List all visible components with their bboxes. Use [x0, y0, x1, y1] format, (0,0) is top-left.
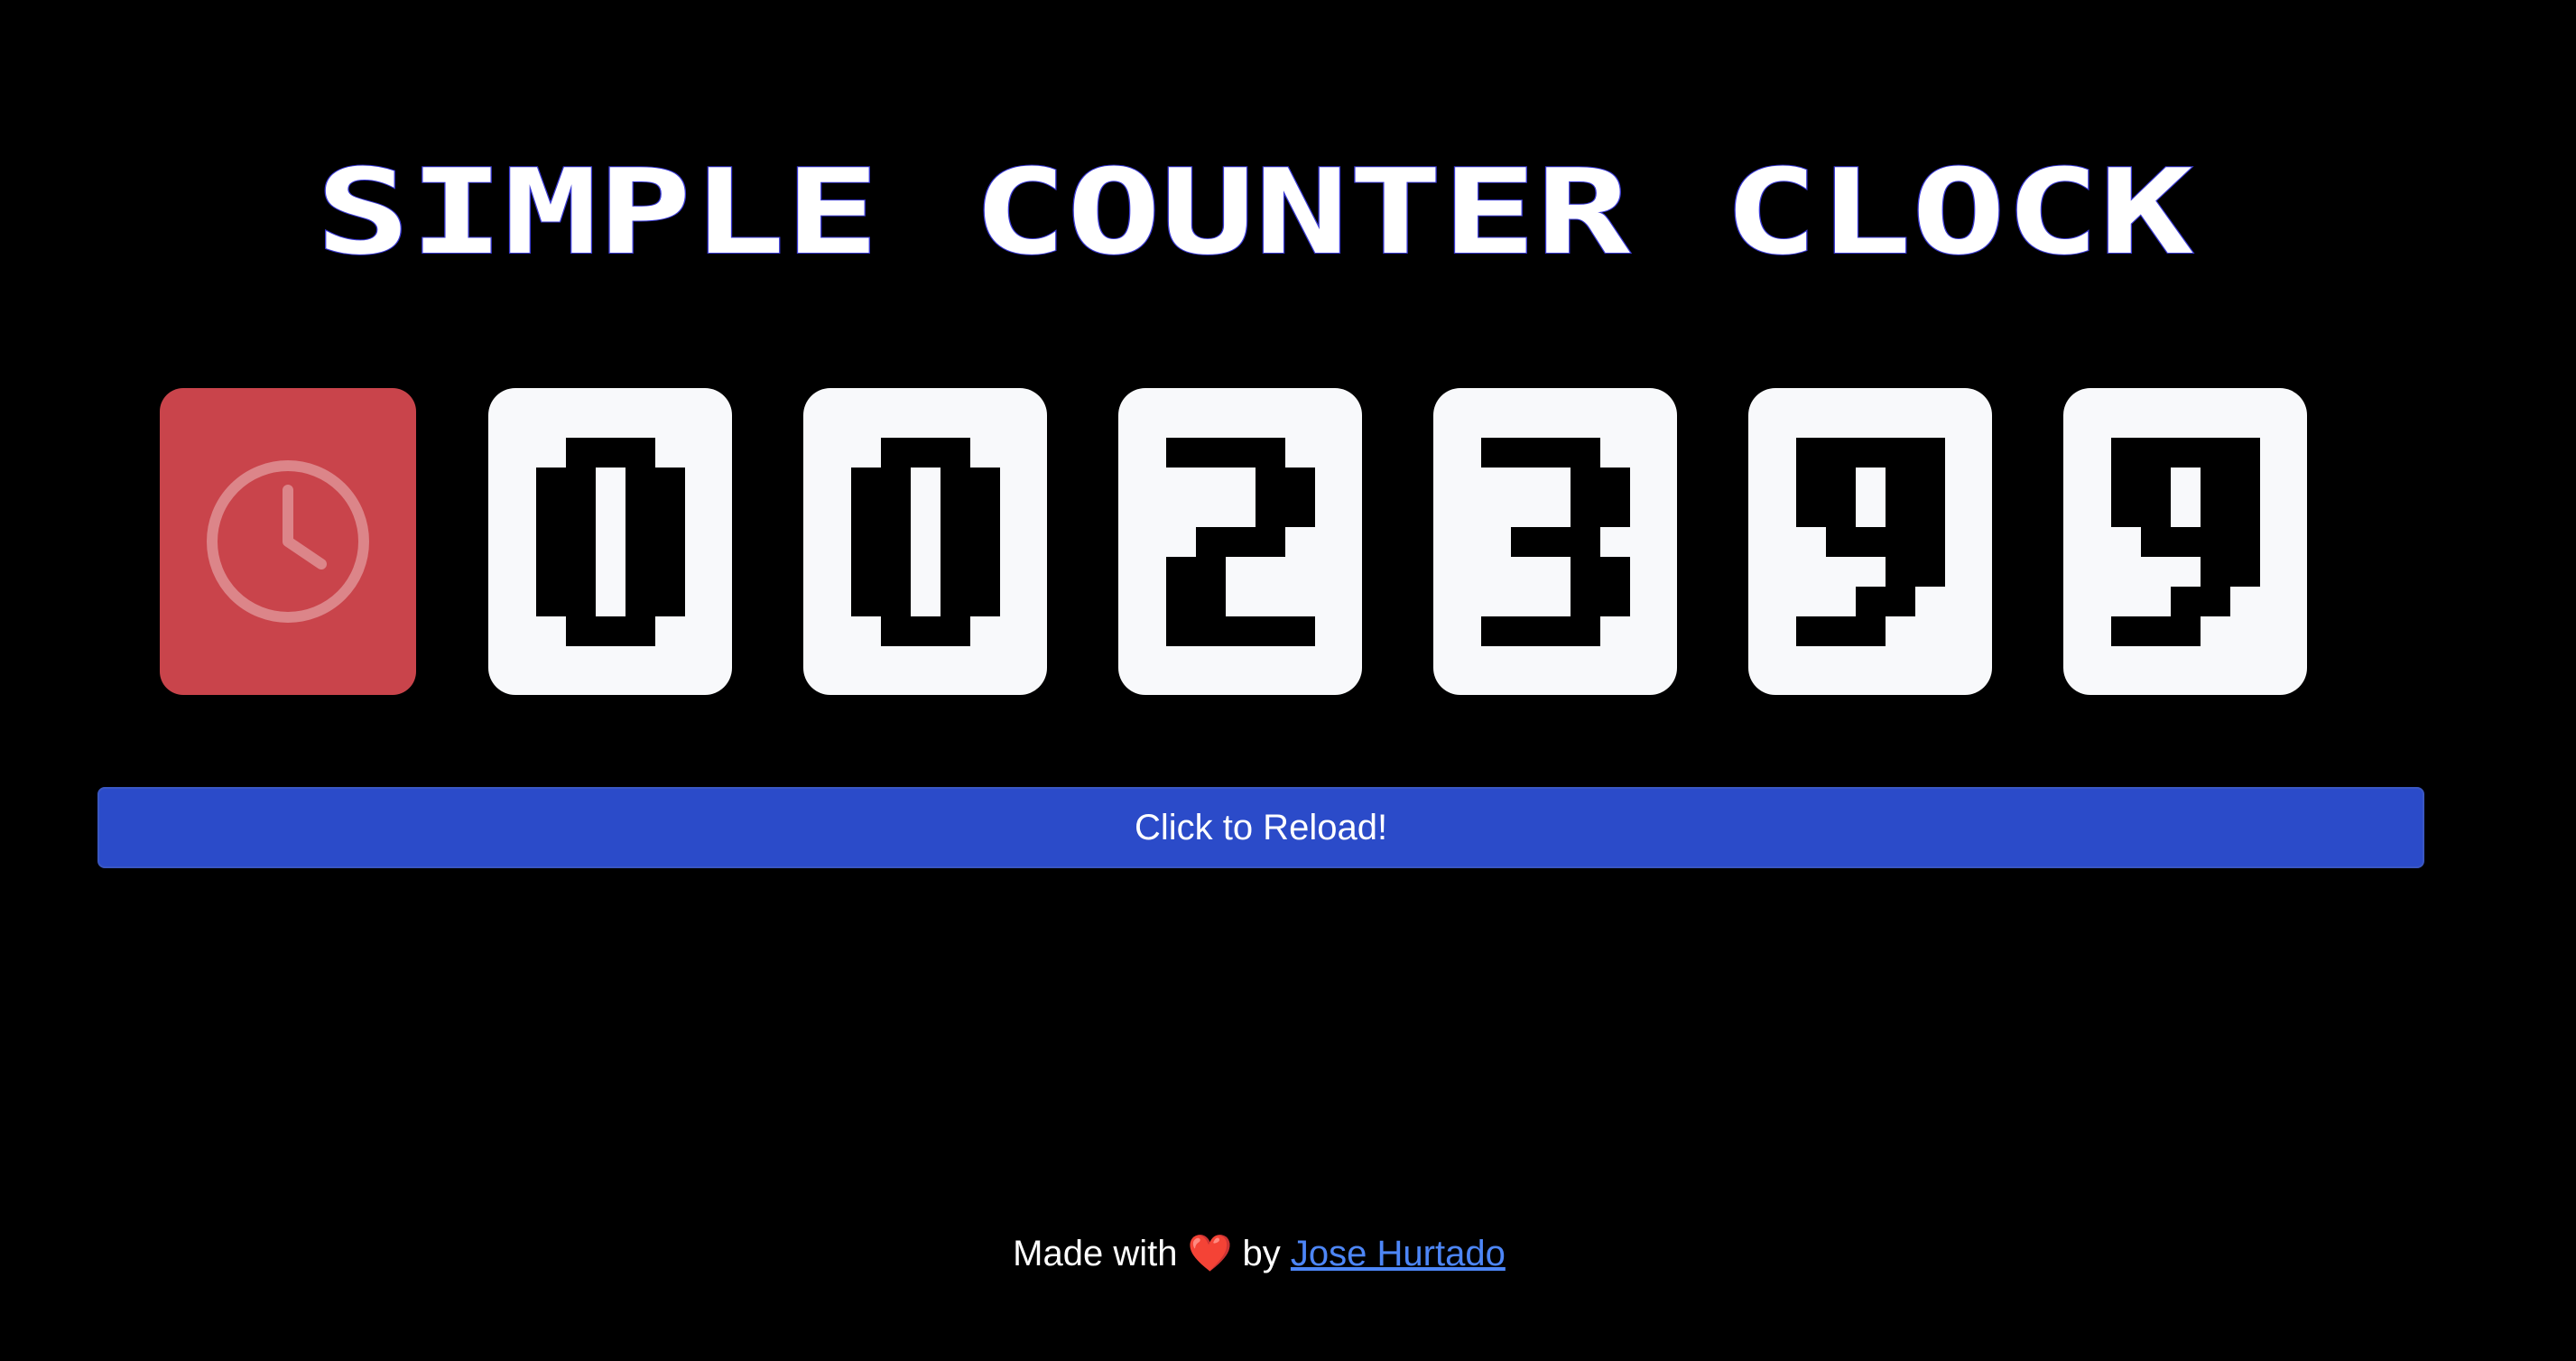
digit-tile: 9 — [2063, 388, 2307, 695]
digit-tile: 3 — [1433, 388, 1677, 695]
footer-prefix: Made with — [1013, 1234, 1178, 1273]
digit-glyph: 2 — [1165, 437, 1315, 646]
clock-icon — [207, 460, 369, 623]
digit-tile: 0 — [488, 388, 732, 695]
digit-glyph: 3 — [1480, 437, 1630, 646]
digit-glyph: 9 — [2110, 437, 2260, 646]
digit-tile: 9 — [1748, 388, 1992, 695]
reload-button[interactable]: Click to Reload! — [97, 787, 2424, 868]
clock-tile — [160, 388, 416, 695]
page-title: SIMPLE COUNTER CLOCK — [315, 152, 2194, 269]
digit-tile: 0 — [803, 388, 1047, 695]
digit-glyph: 0 — [850, 437, 1000, 646]
footer: Made with ❤️ by Jose Hurtado — [0, 1232, 2518, 1274]
page-title-text: SIMPLE COUNTER CLOCK — [316, 152, 2193, 269]
footer-by: by — [1242, 1234, 1281, 1273]
page: SIMPLE COUNTER CLOCK 002399 Click to Rel… — [0, 0, 2576, 1361]
digit-tile: 2 — [1118, 388, 1362, 695]
digit-glyph: 9 — [1795, 437, 1945, 646]
heart-icon: ❤️ — [1187, 1233, 1233, 1274]
digit-glyph: 0 — [535, 437, 685, 646]
author-link[interactable]: Jose Hurtado — [1291, 1234, 1506, 1273]
